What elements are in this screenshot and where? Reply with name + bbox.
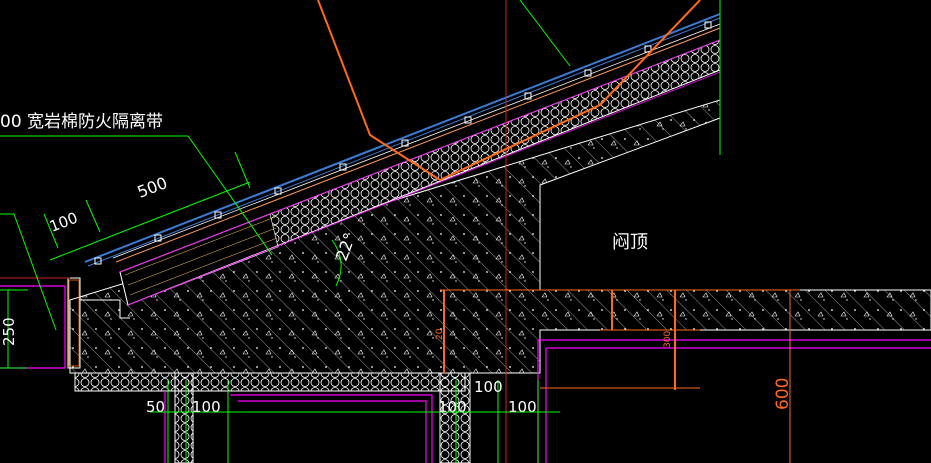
ceiling-insulation: [74, 372, 471, 463]
attic-label: 闷顶: [612, 232, 648, 253]
dim-100-label-a: 100: [192, 398, 221, 416]
roof-eave-section-drawing: 00 宽岩棉防火隔离带 闷顶 22° 500 100 250 50 100 10…: [0, 0, 931, 463]
dim-100-label-b: 100: [438, 398, 467, 416]
dim-600-label: 600: [773, 378, 793, 410]
dim-100-label-c: 100: [474, 378, 503, 396]
firebreak-note: 00 宽岩棉防火隔离带: [0, 112, 163, 132]
dim-500-label: 500: [135, 173, 170, 202]
dim-20-label: 20: [435, 328, 445, 340]
dim-100-slope-label: 100: [47, 209, 80, 236]
dim-50-label: 50: [146, 398, 165, 416]
dim-250-label: 250: [0, 317, 18, 346]
dim-300-label: 300: [663, 331, 673, 348]
dim-100-label-d: 100: [508, 398, 537, 416]
